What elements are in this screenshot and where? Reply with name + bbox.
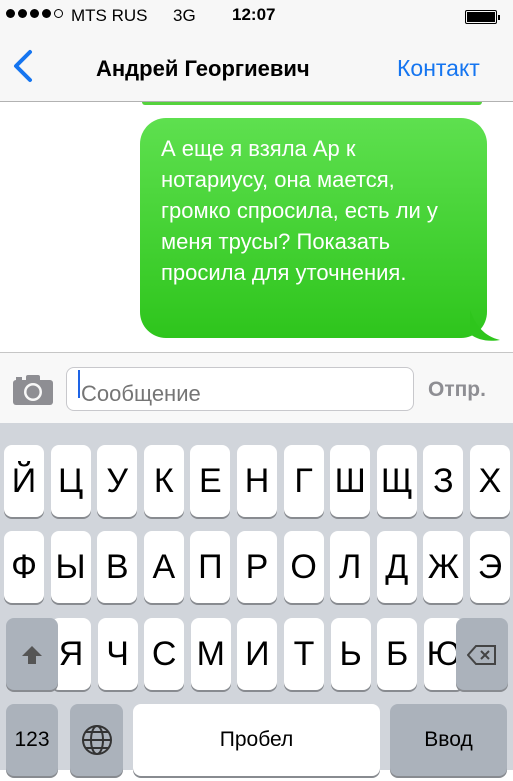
numbers-key[interactable]: 123: [6, 704, 58, 776]
network-type: 3G: [173, 6, 196, 25]
key-Ф[interactable]: Ф: [4, 531, 44, 603]
delete-key[interactable]: [456, 618, 508, 690]
key-О[interactable]: О: [283, 531, 324, 603]
key-Е[interactable]: Е: [190, 445, 231, 517]
key-Ж[interactable]: Ж: [423, 531, 464, 603]
key-Ь[interactable]: Ь: [330, 618, 371, 690]
key-Т[interactable]: Т: [284, 618, 324, 690]
key-Ы[interactable]: Ы: [50, 531, 91, 603]
text-cursor: [78, 370, 80, 398]
key-Р[interactable]: Р: [237, 531, 277, 603]
key-Л[interactable]: Л: [330, 531, 371, 603]
space-key[interactable]: Пробел: [133, 704, 380, 776]
contact-button[interactable]: Контакт: [397, 55, 480, 82]
message-text: А еще я взяла Ар к нотариусу, она мается…: [161, 136, 438, 285]
keyboard: ЙЦУКЕНГШЩЗХ ФЫВАПРОЛДЖЭ ЯЧСМИТЬБЮ 123 Пр…: [0, 423, 513, 776]
navigation-bar: Андрей Георгиевич Контакт: [0, 34, 513, 101]
chevron-left-icon[interactable]: [10, 48, 40, 84]
message-input-bar: Отпр.: [0, 352, 513, 423]
carrier-name: MTS RUS: [71, 6, 148, 25]
key-Ш[interactable]: Ш: [330, 445, 371, 517]
send-button[interactable]: Отпр.: [428, 378, 486, 402]
key-Х[interactable]: Х: [470, 445, 510, 517]
sent-message-bubble[interactable]: А еще я взяла Ар к нотариусу, она мается…: [140, 118, 487, 338]
return-key[interactable]: Ввод: [390, 704, 507, 776]
key-Щ[interactable]: Щ: [376, 445, 417, 517]
key-Д[interactable]: Д: [376, 531, 417, 603]
message-input[interactable]: [66, 367, 414, 411]
key-Б[interactable]: Б: [377, 618, 418, 690]
conversation-title: Андрей Георгиевич: [96, 56, 310, 81]
status-bar: MTS RUS 3G 12:07: [0, 0, 513, 34]
key-Ч[interactable]: Ч: [97, 618, 138, 690]
globe-key[interactable]: [70, 704, 123, 776]
message-thread[interactable]: А еще я взяла Ар к нотариусу, она мается…: [0, 102, 513, 352]
key-Й[interactable]: Й: [4, 445, 44, 517]
delete-icon: [466, 645, 496, 665]
key-Н[interactable]: Н: [237, 445, 277, 517]
shift-key[interactable]: [6, 618, 58, 690]
message-tail: [470, 310, 500, 341]
key-С[interactable]: С: [144, 618, 185, 690]
key-П[interactable]: П: [190, 531, 231, 603]
camera-icon[interactable]: [12, 374, 54, 406]
key-М[interactable]: М: [190, 618, 231, 690]
key-Ц[interactable]: Ц: [50, 445, 91, 517]
key-В[interactable]: В: [97, 531, 138, 603]
key-Г[interactable]: Г: [283, 445, 324, 517]
battery-icon: [465, 10, 500, 24]
key-И[interactable]: И: [237, 618, 278, 690]
key-З[interactable]: З: [423, 445, 464, 517]
status-time: 12:07: [232, 5, 276, 24]
shift-icon: [22, 646, 42, 664]
key-У[interactable]: У: [97, 445, 138, 517]
previous-message-bubble: [142, 102, 482, 105]
globe-icon: [81, 725, 112, 755]
top-bar: MTS RUS 3G 12:07 Андрей Георгиевич Конта…: [0, 0, 513, 102]
signal-strength-icon: [6, 9, 63, 18]
key-Э[interactable]: Э: [470, 531, 510, 603]
key-А[interactable]: А: [143, 531, 184, 603]
key-К[interactable]: К: [143, 445, 184, 517]
